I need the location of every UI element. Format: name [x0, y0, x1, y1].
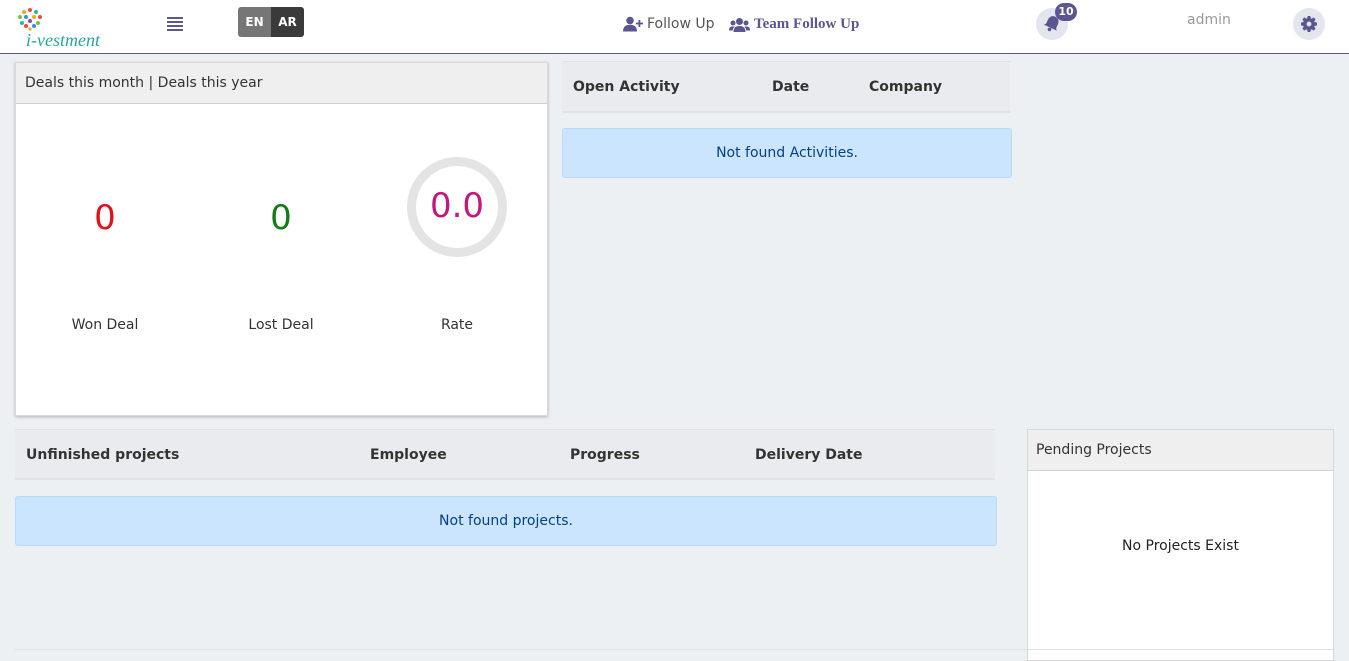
- lang-ar-button[interactable]: AR: [271, 7, 304, 37]
- app-logo[interactable]: i-vestment: [14, 6, 124, 50]
- pending-projects-title: Pending Projects: [1028, 430, 1333, 471]
- activities-empty-alert: Not found Activities.: [562, 128, 1012, 178]
- deals-card-title[interactable]: Deals this month | Deals this year: [16, 63, 547, 104]
- follow-up-label: Follow Up: [647, 16, 715, 32]
- deals-card: Deals this month | Deals this year 0 0 0…: [15, 62, 548, 416]
- lang-en-button[interactable]: EN: [238, 7, 271, 37]
- notifications-count-badge: 10: [1055, 3, 1077, 21]
- team-follow-up-link[interactable]: Team Follow Up: [729, 16, 859, 33]
- column-progress: Progress: [570, 447, 640, 463]
- column-unfinished-projects: Unfinished projects: [26, 447, 180, 463]
- team-follow-up-label: Team Follow Up: [754, 16, 860, 32]
- lost-deal-value: 0: [270, 198, 292, 238]
- users-icon: [729, 17, 750, 32]
- language-switch: EN AR: [238, 7, 304, 37]
- won-deal-label: Won Deal: [71, 317, 139, 333]
- footer-divider: [15, 649, 1333, 650]
- won-deal-value: 0: [94, 198, 116, 238]
- column-employee: Employee: [370, 447, 447, 463]
- user-plus-icon: [623, 16, 643, 32]
- rate-value: 0.0: [429, 186, 485, 226]
- pending-projects-empty: No Projects Exist: [1122, 538, 1239, 554]
- column-company: Company: [869, 79, 943, 95]
- logo-text: i-vestment: [26, 30, 100, 50]
- rate-label: Rate: [440, 317, 474, 333]
- column-date: Date: [772, 79, 810, 95]
- column-delivery-date: Delivery Date: [755, 447, 863, 463]
- gear-icon: [1301, 16, 1317, 32]
- projects-empty-alert: Not found projects.: [15, 496, 997, 546]
- projects-table-header: Unfinished projects Employee Progress De…: [15, 429, 995, 480]
- column-open-activity: Open Activity: [573, 79, 680, 95]
- pending-projects-card: Pending Projects No Projects Exist: [1027, 429, 1334, 661]
- top-navbar: i-vestment EN AR Follow Up Team Follow U…: [0, 0, 1349, 54]
- lost-deal-label: Lost Deal: [248, 317, 314, 333]
- user-menu[interactable]: admin: [1187, 12, 1231, 28]
- activities-table-header: Open Activity Date Company: [562, 61, 1010, 113]
- follow-up-link[interactable]: Follow Up: [623, 16, 715, 32]
- menu-toggle-icon[interactable]: [167, 17, 183, 33]
- settings-button[interactable]: [1293, 8, 1325, 40]
